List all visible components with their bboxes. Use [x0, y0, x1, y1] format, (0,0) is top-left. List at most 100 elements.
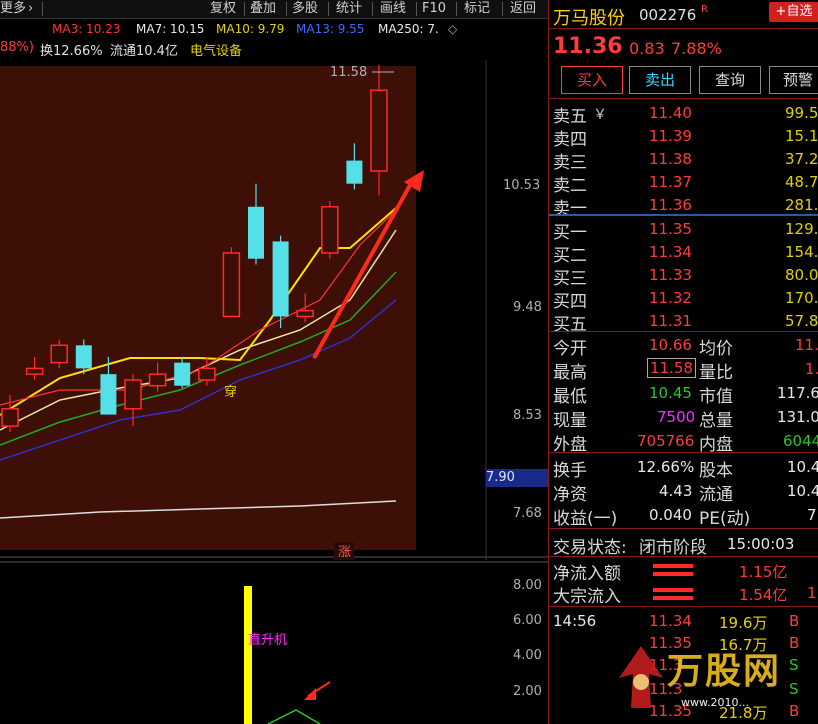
toolbar-biaoji[interactable]: 标记	[464, 0, 490, 18]
sell4-price: 11.39	[649, 127, 692, 145]
mcap-label: 市值	[699, 387, 733, 407]
info-turnover: 换12.66%	[40, 44, 103, 59]
buy3-vol: 80.0	[785, 266, 818, 284]
float-value: 10.4	[787, 482, 818, 500]
indicator-chart[interactable]: 直升机	[0, 560, 548, 724]
candle-body[interactable]	[50, 344, 68, 364]
candle-body[interactable]	[222, 252, 241, 318]
sell1-price: 11.36	[649, 196, 692, 214]
axis-label-1: 10.53	[503, 178, 541, 193]
sell3-label: 卖三	[553, 153, 587, 173]
net-inflow-bar	[653, 564, 693, 568]
pe-value: 7	[807, 506, 817, 524]
nav-value: 4.43	[659, 482, 693, 500]
ma13-value: MA13: 9.55	[296, 22, 365, 36]
now-vol-label: 现量	[553, 411, 587, 431]
indicator-bar	[244, 586, 252, 724]
watermark-text: 万股网	[667, 651, 782, 692]
vr-label: 量比	[699, 363, 733, 383]
buy-button[interactable]: 买入	[561, 66, 623, 94]
sub-axis-4: 2.00	[513, 684, 542, 699]
total-vol-label: 总量	[699, 411, 733, 431]
chart-background	[0, 66, 416, 550]
info-pct: 88%)	[0, 40, 34, 55]
current-price: 11.36	[553, 34, 623, 59]
candle-body[interactable]	[370, 89, 388, 172]
low-value: 10.45	[649, 384, 692, 402]
currency-icon: ￥	[593, 107, 607, 123]
candle-body[interactable]	[321, 206, 339, 254]
sell2-vol: 48.7	[785, 173, 818, 191]
alert-button[interactable]: 预警	[769, 66, 818, 94]
sell4-vol: 15.1	[785, 127, 818, 145]
candle-body[interactable]	[296, 309, 314, 318]
buy1-label: 买一	[553, 223, 587, 243]
total-vol-value: 131.0	[777, 408, 818, 426]
sell2-price: 11.37	[649, 173, 692, 191]
candle-body[interactable]	[25, 367, 44, 375]
toolbar-fanhui[interactable]: 返回	[510, 0, 536, 18]
ma7-value: MA7: 10.15	[136, 22, 205, 36]
trade-status-value: 闭市阶段	[639, 538, 707, 558]
turnover-label: 换手	[553, 461, 587, 481]
sell4-label: 卖四	[553, 130, 587, 150]
info-sector: 电气设备	[190, 44, 243, 59]
toolbar-diejia[interactable]: 叠加	[250, 0, 276, 18]
buy5-vol: 57.8	[785, 312, 818, 330]
candle-body[interactable]	[124, 379, 142, 410]
indicator-line	[267, 709, 321, 724]
block-inflow-bar	[653, 588, 693, 592]
mcap-value: 117.6	[777, 384, 818, 402]
toolbar-tongji[interactable]: 统计	[336, 0, 362, 18]
query-button[interactable]: 查询	[699, 66, 761, 94]
candle-body[interactable]	[198, 367, 216, 381]
sub-axis-3: 4.00	[513, 648, 542, 663]
candle-body[interactable]	[174, 362, 191, 386]
buy2-label: 买二	[553, 246, 587, 266]
candle-body[interactable]	[346, 160, 363, 184]
tick-price: 11.34	[649, 612, 692, 630]
candle-body[interactable]	[272, 241, 289, 317]
buy4-label: 买四	[553, 292, 587, 312]
pe-label: PE(动)	[699, 509, 751, 529]
axis-label-3: 8.53	[513, 408, 542, 423]
toolbar-f10[interactable]: F10	[422, 0, 446, 18]
kline-chart[interactable]: 11.58 穿 涨	[0, 60, 548, 560]
stock-code: 002276	[639, 6, 697, 24]
diamond-icon[interactable]: ◇	[448, 22, 457, 36]
stock-flag: R	[701, 4, 708, 15]
candle-body[interactable]	[248, 206, 264, 259]
add-watchlist-button[interactable]: +自选	[769, 2, 818, 22]
price-change: 0.83	[629, 39, 665, 58]
candle-body[interactable]	[148, 373, 167, 387]
net-inflow-label: 净流入额	[553, 564, 621, 584]
vr-value: 1.	[805, 360, 818, 378]
candle-body[interactable]	[75, 345, 92, 369]
toolbar-fuquan[interactable]: 复权	[210, 0, 236, 18]
toolbar-huaxian[interactable]: 画线	[380, 0, 406, 18]
toolbar-more[interactable]: 更多	[0, 0, 26, 18]
avg-label: 均价	[699, 339, 733, 359]
toolbar-more-arrow[interactable]: ›	[28, 0, 33, 18]
float-label: 流通	[699, 485, 733, 505]
tick-side: B	[789, 612, 800, 630]
current-price-tag: 7.90	[486, 469, 548, 487]
sell1-vol: 281.8	[785, 196, 818, 214]
stock-name: 万马股份	[553, 8, 625, 29]
candle-body[interactable]	[1, 408, 19, 427]
turnover-value: 12.66%	[637, 458, 695, 476]
quote-panel: 万马股份 002276 R +自选 11.36 0.83 7.88% 买入 卖出…	[548, 0, 818, 724]
block-inflow-extra: 1	[807, 584, 817, 602]
toolbar-duogu[interactable]: 多股	[292, 0, 318, 18]
ma3-value: MA3: 10.23	[52, 22, 121, 36]
sell-button[interactable]: 卖出	[629, 66, 691, 94]
net-inflow-value: 1.15亿	[739, 563, 788, 581]
info-float-cap: 流通10.4亿	[110, 44, 178, 59]
candle-body[interactable]	[100, 374, 117, 415]
open-value: 10.66	[649, 336, 692, 354]
indicator-arrow-icon	[304, 688, 316, 700]
buy1-vol: 129.4	[785, 220, 818, 238]
price-change-pct: 7.88%	[671, 39, 722, 58]
avg-value: 11.	[795, 336, 818, 354]
sell2-label: 卖二	[553, 176, 587, 196]
